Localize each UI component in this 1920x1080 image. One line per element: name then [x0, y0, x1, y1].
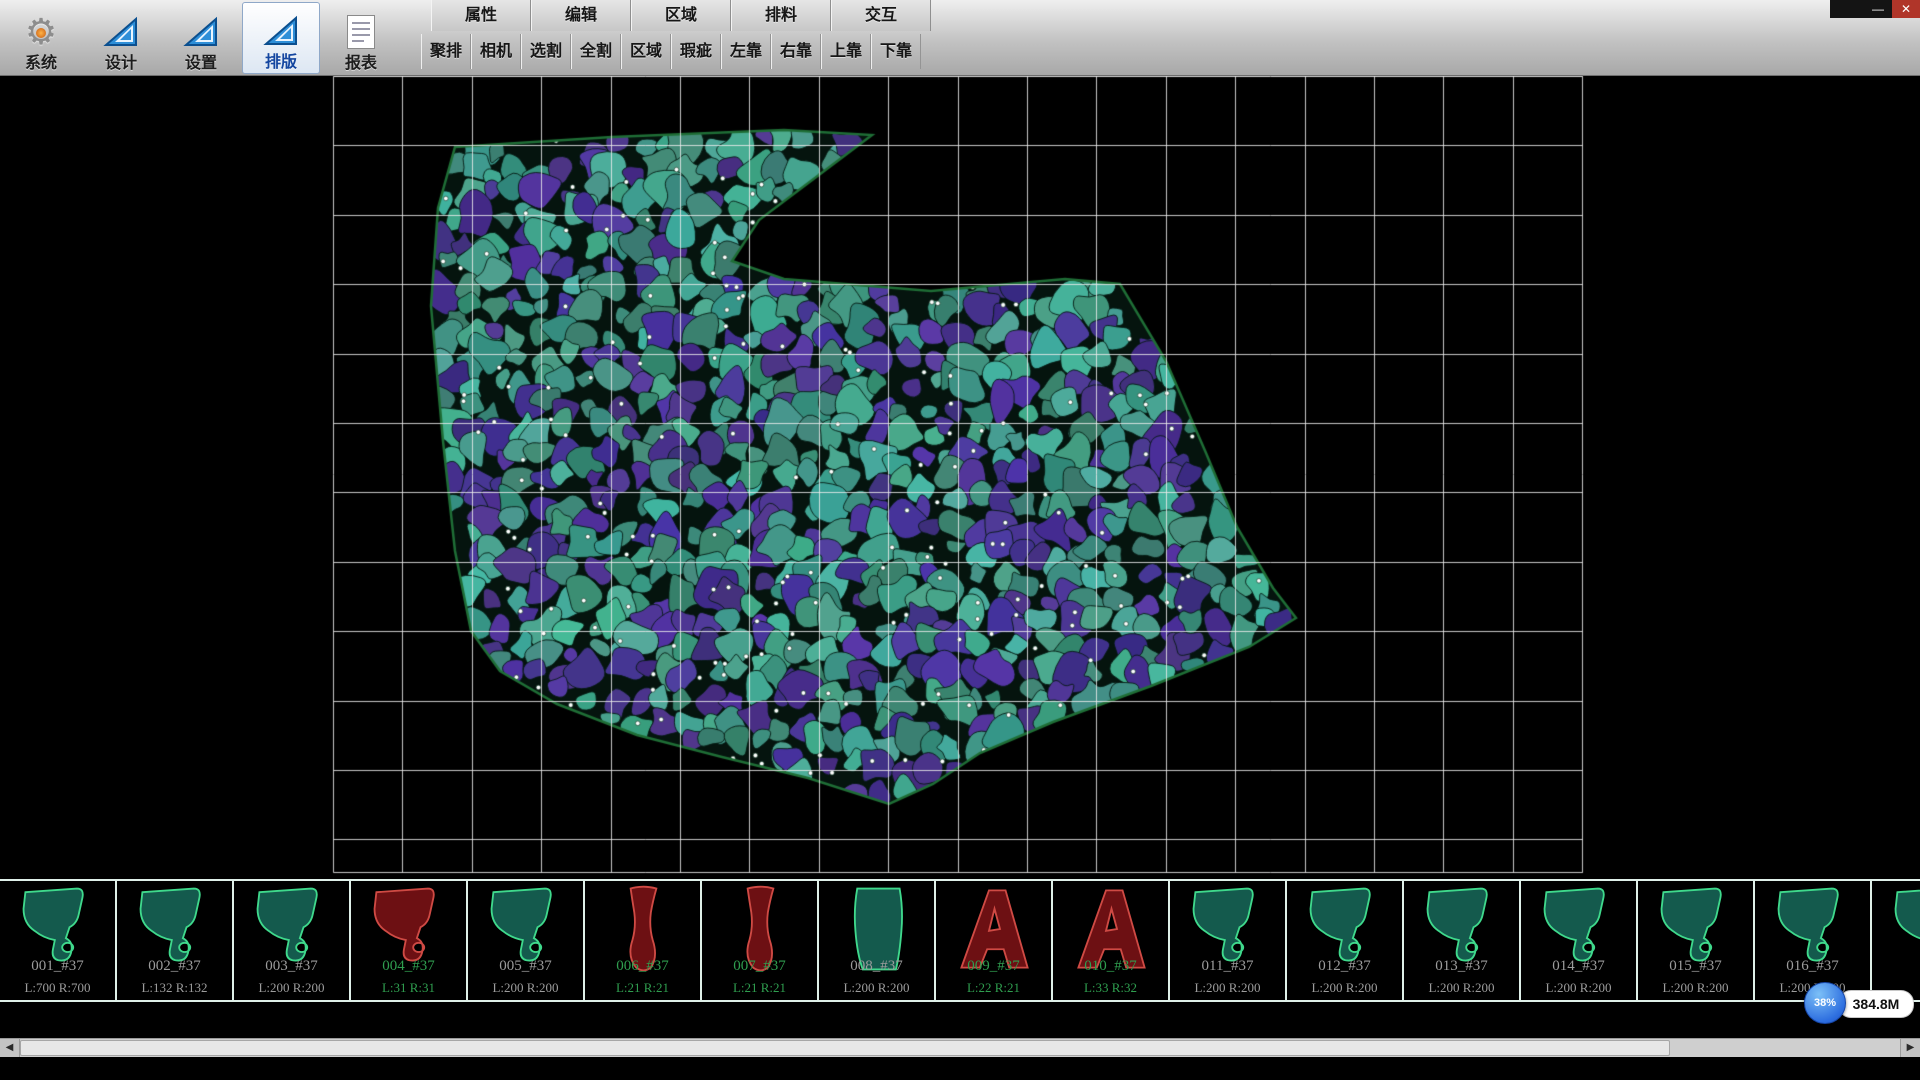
set-square-icon — [263, 9, 299, 53]
big-button-system[interactable]: ⚙ 系统 — [2, 2, 80, 74]
piece-lr-count: L:200 R:200 — [234, 980, 349, 996]
app-window: ⚙ 系统 设计 设置 排版 报表 属性 — [0, 0, 1920, 1080]
piece-lr-count: L:200 R:200 — [1521, 980, 1636, 996]
gear-icon: ⚙ — [25, 10, 57, 54]
tool-cut-all[interactable]: 全割 — [571, 34, 621, 69]
menu-tab-bar: 属性 编辑 区域 排料 交互 — [431, 0, 931, 31]
tool-cluster-nest[interactable]: 聚排 — [421, 34, 471, 69]
piece-id: 006_#37 — [585, 958, 700, 975]
piece-thumbnail[interactable]: 016_#37L:200 R:200 — [1755, 881, 1872, 1000]
piece-lr-count: L:21 R:21 — [585, 980, 700, 996]
tab-edit[interactable]: 编辑 — [531, 0, 631, 31]
piece-thumbnail[interactable]: 011_#37 L:200 R:200 — [1170, 881, 1287, 1000]
document-icon — [346, 10, 376, 54]
piece-thumbnail[interactable]: 013_#37 L:200 R:200 — [1404, 881, 1521, 1000]
piece-thumbnail[interactable]: 003_#37 L:200 R:200 — [234, 881, 351, 1000]
scroll-left-arrow-icon[interactable]: ◀ — [0, 1039, 20, 1057]
big-button-label: 报表 — [345, 54, 377, 74]
piece-id: 004_#37 — [351, 958, 466, 975]
tab-interaction[interactable]: 交互 — [831, 0, 931, 31]
big-button-label: 系统 — [25, 54, 57, 74]
piece-thumbnail[interactable]: 002_#37 L:132 R:132 — [117, 881, 234, 1000]
piece-thumbnail[interactable]: 005_#37 L:200 R:200 — [468, 881, 585, 1000]
window-controls: — ✕ — [1830, 0, 1920, 18]
tool-button-bar: 聚排 相机 选割 全割 区域 瑕疵 左靠 右靠 上靠 下靠 — [421, 34, 921, 69]
piece-thumbnail[interactable] — [1872, 881, 1920, 1000]
tool-snap-left[interactable]: 左靠 — [721, 34, 771, 69]
piece-thumbnail[interactable]: 010_#37 L:33 R:32 — [1053, 881, 1170, 1000]
piece-lr-count: L:31 R:31 — [351, 980, 466, 996]
piece-lr-count: L:200 R:200 — [819, 980, 934, 996]
piece-lr-count: L:22 R:21 — [936, 980, 1051, 996]
piece-lr-count: L:33 R:32 — [1053, 980, 1168, 996]
piece-id: 009_#37 — [936, 958, 1051, 975]
progress-badge: 38% — [1804, 982, 1846, 1024]
horizontal-scrollbar[interactable]: ◀ ▶ — [0, 1038, 1920, 1057]
tool-defect[interactable]: 瑕疵 — [671, 34, 721, 69]
set-square-icon — [103, 10, 139, 54]
piece-lr-count: L:200 R:200 — [1404, 980, 1519, 996]
big-button-nesting[interactable]: 排版 — [242, 2, 320, 74]
piece-id: 010_#37 — [1053, 958, 1168, 975]
big-button-label: 设置 — [185, 54, 217, 74]
piece-id: 003_#37 — [234, 958, 349, 975]
piece-thumbnail[interactable]: 006_#37 L:21 R:21 — [585, 881, 702, 1000]
piece-thumbnail[interactable]: 014_#37 L:200 R:200 — [1521, 881, 1638, 1000]
piece-thumbnail[interactable]: 004_#37 L:31 R:31 — [351, 881, 468, 1000]
piece-id: 014_#37 — [1521, 958, 1636, 975]
tool-select-cut[interactable]: 选割 — [521, 34, 571, 69]
big-button-label: 排版 — [265, 53, 297, 73]
piece-lr-count: L:200 R:200 — [1170, 980, 1285, 996]
piece-id: 015_#37 — [1638, 958, 1753, 975]
piece-thumbnail-strip: 001_#37 L:700 R:700 002_#37 L:132 R:132 00… — [0, 879, 1920, 1002]
piece-lr-count: L:200 R:200 — [1287, 980, 1402, 996]
piece-thumbnail[interactable]: 001_#37 L:700 R:700 — [0, 881, 117, 1000]
tool-region[interactable]: 区域 — [621, 34, 671, 69]
piece-thumbnail[interactable]: 015_#37 L:200 R:200 — [1638, 881, 1755, 1000]
tool-snap-down[interactable]: 下靠 — [871, 34, 921, 69]
piece-id: 011_#37 — [1170, 958, 1285, 975]
ribbon: ⚙ 系统 设计 设置 排版 报表 属性 — [0, 0, 1920, 76]
tool-snap-right[interactable]: 右靠 — [771, 34, 821, 69]
piece-lr-count: L:200 R:200 — [1638, 980, 1753, 996]
piece-thumbnail[interactable]: 007_#37 L:21 R:21 — [702, 881, 819, 1000]
scroll-right-arrow-icon[interactable]: ▶ — [1900, 1039, 1920, 1057]
piece-id: 012_#37 — [1287, 958, 1402, 975]
tool-camera[interactable]: 相机 — [471, 34, 521, 69]
tab-nesting[interactable]: 排料 — [731, 0, 831, 31]
piece-thumbnail[interactable]: 012_#37 L:200 R:200 — [1287, 881, 1404, 1000]
piece-id: 007_#37 — [702, 958, 817, 975]
piece-thumbnail[interactable]: 008_#37 L:200 R:200 — [819, 881, 936, 1000]
piece-id: 016_#37 — [1755, 958, 1870, 975]
close-button[interactable]: ✕ — [1892, 0, 1920, 18]
piece-lr-count: L:200 R:200 — [468, 980, 583, 996]
piece-id: 013_#37 — [1404, 958, 1519, 975]
minimize-button[interactable]: — — [1864, 0, 1892, 18]
piece-id: 005_#37 — [468, 958, 583, 975]
piece-id: 001_#37 — [0, 958, 115, 975]
tab-region[interactable]: 区域 — [631, 0, 731, 31]
tab-properties[interactable]: 属性 — [431, 0, 531, 31]
piece-id: 008_#37 — [819, 958, 934, 975]
piece-id: 002_#37 — [117, 958, 232, 975]
piece-thumbnail[interactable]: 009_#37 L:22 R:21 — [936, 881, 1053, 1000]
big-button-settings[interactable]: 设置 — [162, 2, 240, 74]
big-button-report[interactable]: 报表 — [322, 2, 400, 74]
tool-snap-up[interactable]: 上靠 — [821, 34, 871, 69]
set-square-icon — [183, 10, 219, 54]
big-button-label: 设计 — [105, 54, 137, 74]
big-button-design[interactable]: 设计 — [82, 2, 160, 74]
piece-shape-preview — [1878, 883, 1920, 975]
nesting-canvas[interactable] — [0, 76, 1920, 879]
piece-lr-count: L:21 R:21 — [702, 980, 817, 996]
piece-lr-count: L:700 R:700 — [0, 980, 115, 996]
piece-lr-count: L:132 R:132 — [117, 980, 232, 996]
memory-usage: 384.8M — [1838, 990, 1914, 1018]
scrollbar-thumb[interactable] — [20, 1040, 1670, 1056]
